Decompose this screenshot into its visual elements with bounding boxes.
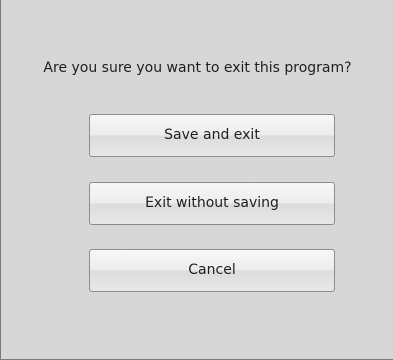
exit-confirmation-message: Are you sure you want to exit this progr… bbox=[43, 60, 352, 76]
cancel-button[interactable]: Cancel bbox=[89, 249, 335, 292]
exit-confirmation-dialog: Are you sure you want to exit this progr… bbox=[0, 0, 393, 360]
exit-without-saving-button[interactable]: Exit without saving bbox=[89, 182, 335, 225]
save-and-exit-button[interactable]: Save and exit bbox=[89, 114, 335, 157]
